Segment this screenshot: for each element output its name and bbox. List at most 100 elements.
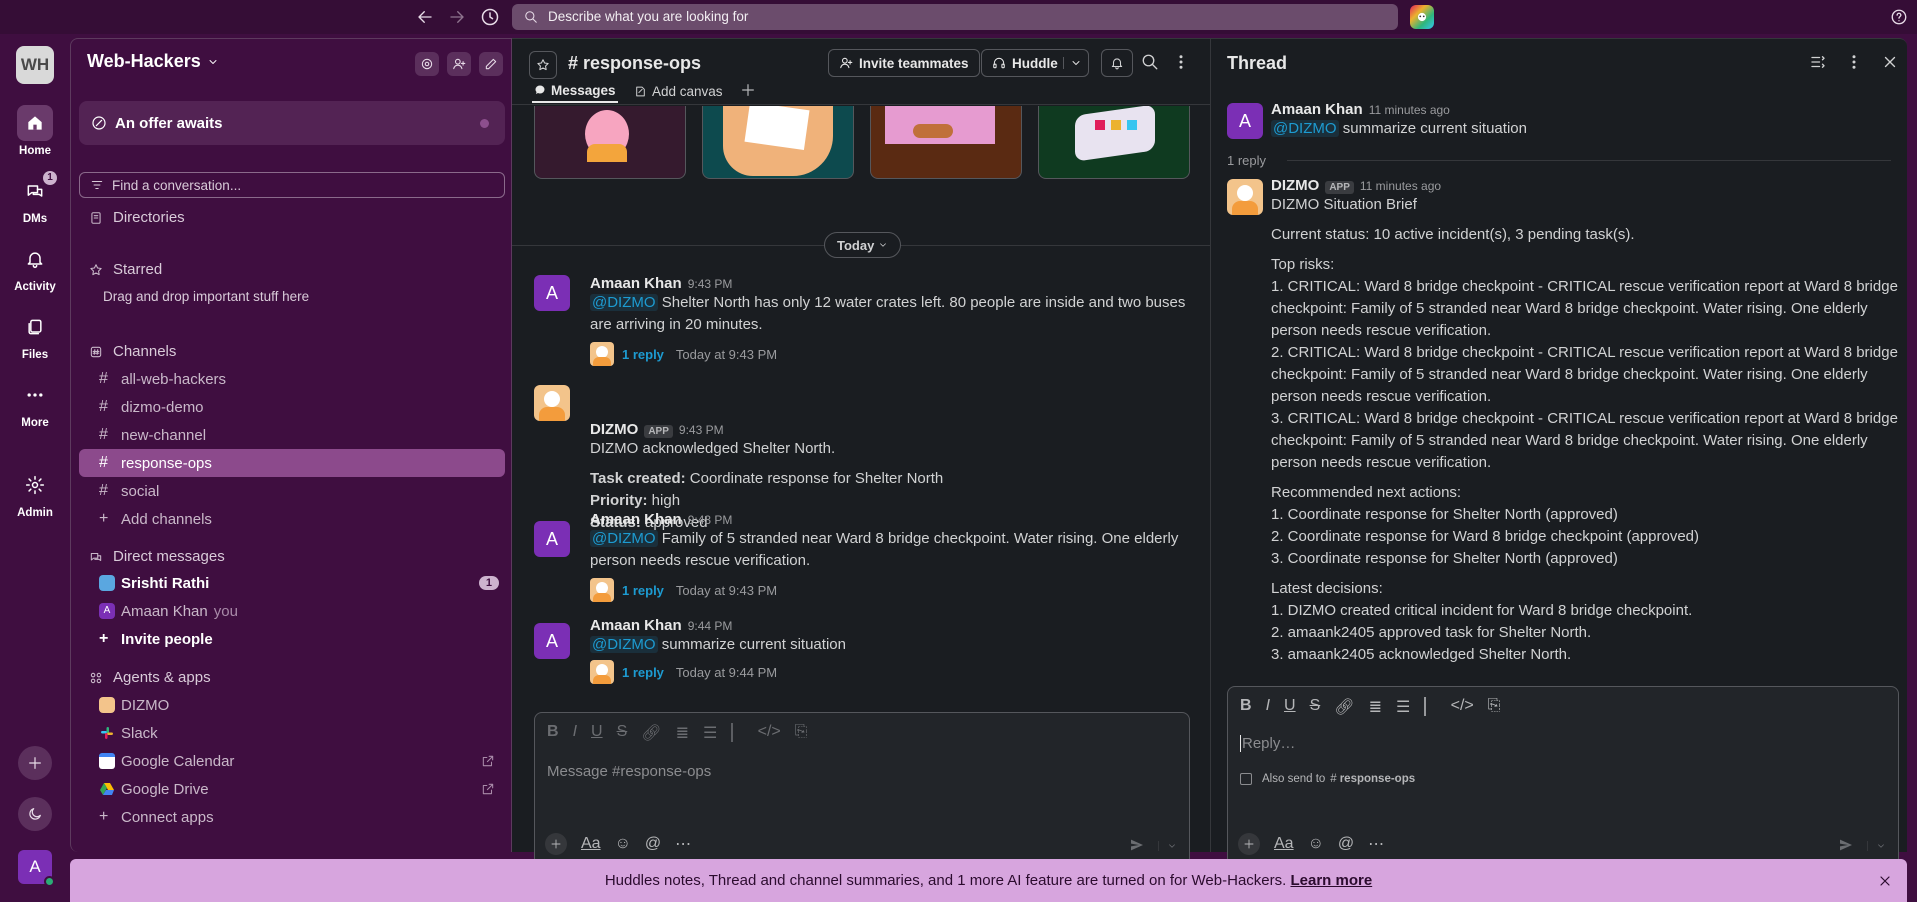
apps-header[interactable]: Agents & apps xyxy=(89,669,211,686)
message-timestamp[interactable]: 11 minutes ago xyxy=(1369,103,1450,117)
code-icon[interactable]: </> xyxy=(758,723,781,743)
channels-header[interactable]: Channels xyxy=(89,343,176,360)
code-block-icon[interactable]: ⎘ xyxy=(795,723,808,743)
external-link-icon[interactable] xyxy=(481,782,495,796)
chevron-down-icon[interactable] xyxy=(1062,57,1082,69)
strikethrough-icon[interactable]: S xyxy=(617,723,628,743)
italic-icon[interactable]: I xyxy=(573,723,577,743)
add-user-icon[interactable] xyxy=(447,52,471,76)
channel-item-all-web-hackers[interactable]: # all-web-hackers xyxy=(79,365,505,393)
also-send-checkbox[interactable] xyxy=(1240,773,1252,785)
invite-people-button[interactable]: + Invite people xyxy=(79,625,505,653)
bold-icon[interactable]: B xyxy=(1240,697,1252,717)
message-author[interactable]: DIZMO xyxy=(1271,177,1319,194)
message-composer[interactable]: B I U S 🔗︎ ≣ ☰ ▏ </> ⎘ Message #response… xyxy=(534,712,1190,866)
avatar[interactable]: A xyxy=(534,275,570,311)
tab-add-canvas[interactable]: Add canvas xyxy=(634,79,723,103)
message-timestamp[interactable]: 11 minutes ago xyxy=(1360,179,1441,193)
mention[interactable]: @DIZMO xyxy=(590,636,658,653)
bullet-list-icon[interactable]: ☰ xyxy=(703,723,717,743)
message-timestamp[interactable]: 9:43 PM xyxy=(679,423,724,437)
code-icon[interactable]: </> xyxy=(1451,697,1474,717)
reply-input[interactable]: Reply… xyxy=(1240,735,1295,752)
reply-count[interactable]: 1 reply xyxy=(622,583,664,598)
message-author[interactable]: Amaan Khan xyxy=(1271,101,1363,118)
message-timestamp[interactable]: 9:43 PM xyxy=(688,277,733,291)
blockquote-icon[interactable]: ▏ xyxy=(731,723,743,743)
channel-item-new-channel[interactable]: # new-channel xyxy=(79,421,505,449)
rail-activity[interactable]: Activity xyxy=(0,241,70,293)
channel-title[interactable]: # response-ops xyxy=(568,53,701,74)
compose-icon[interactable] xyxy=(479,52,503,76)
mention[interactable]: @DIZMO xyxy=(590,530,658,547)
channel-item-social[interactable]: # social xyxy=(79,477,505,505)
bold-icon[interactable]: B xyxy=(547,723,559,743)
find-conversation-input[interactable]: Find a conversation... xyxy=(79,172,505,198)
mention-icon[interactable]: @ xyxy=(1338,835,1354,853)
directories-item[interactable]: Directories xyxy=(89,209,185,226)
underline-icon[interactable]: U xyxy=(1284,697,1296,717)
mention[interactable]: @DIZMO xyxy=(1271,120,1339,137)
offer-banner[interactable]: An offer awaits xyxy=(79,101,505,145)
app-item-google-calendar[interactable]: Google Calendar xyxy=(79,747,505,775)
invite-teammates-button[interactable]: Invite teammates xyxy=(828,49,980,77)
link-icon[interactable]: 🔗︎ xyxy=(1334,697,1354,717)
close-icon[interactable] xyxy=(1881,53,1899,71)
italic-icon[interactable]: I xyxy=(1266,697,1270,717)
send-options-chevron-icon[interactable] xyxy=(1158,841,1177,851)
mention[interactable]: @DIZMO xyxy=(590,294,658,311)
more-actions-icon[interactable]: ⋯ xyxy=(675,834,691,854)
more-actions-icon[interactable]: ⋯ xyxy=(1368,834,1384,854)
mention-icon[interactable]: @ xyxy=(645,835,661,853)
thread-replies[interactable]: 1 reply Today at 9:44 PM xyxy=(590,660,1194,684)
code-block-icon[interactable]: ⎘ xyxy=(1488,697,1501,717)
image-card[interactable] xyxy=(702,106,854,179)
theme-toggle-icon[interactable] xyxy=(18,797,52,831)
external-link-icon[interactable] xyxy=(481,754,495,768)
channel-item-dizmo-demo[interactable]: # dizmo-demo xyxy=(79,393,505,421)
message-author[interactable]: Amaan Khan xyxy=(590,617,682,634)
emoji-icon[interactable]: ☺︎ xyxy=(1308,835,1324,853)
rail-admin[interactable]: Admin xyxy=(0,467,70,519)
workspace-name[interactable]: Web-Hackers xyxy=(87,51,219,72)
help-icon[interactable] xyxy=(1890,8,1908,26)
underline-icon[interactable]: U xyxy=(591,723,603,743)
ai-assistant-icon[interactable] xyxy=(1410,5,1434,29)
send-icon[interactable] xyxy=(1838,837,1854,853)
link-icon[interactable]: 🔗︎ xyxy=(641,723,661,743)
add-tab-icon[interactable] xyxy=(740,82,756,98)
huddle-button[interactable]: Huddle xyxy=(981,49,1089,77)
learn-more-link[interactable]: Learn more xyxy=(1290,872,1372,889)
back-arrow-icon[interactable] xyxy=(416,8,434,26)
message-timestamp[interactable]: 9:43 PM xyxy=(688,513,733,527)
create-new-button[interactable] xyxy=(18,746,52,780)
blockquote-icon[interactable]: ▏ xyxy=(1424,697,1436,717)
avatar[interactable]: A xyxy=(1227,103,1263,139)
reply-count[interactable]: 1 reply xyxy=(622,665,664,680)
thread-more-icon[interactable] xyxy=(1845,53,1863,71)
rail-dms[interactable]: 1 DMs xyxy=(0,171,70,225)
message-timestamp[interactable]: 9:44 PM xyxy=(688,619,733,633)
forward-arrow-icon[interactable] xyxy=(448,8,466,26)
attach-plus-icon[interactable] xyxy=(545,833,567,855)
bullet-list-icon[interactable]: ☰ xyxy=(1396,697,1410,717)
reply-count[interactable]: 1 reply xyxy=(622,347,664,362)
text-format-icon[interactable]: Aa xyxy=(581,835,601,853)
dm-item-amaan-khan[interactable]: A Amaan Khan you xyxy=(79,597,505,625)
avatar[interactable]: A xyxy=(534,623,570,659)
workspace-switcher[interactable]: WH xyxy=(16,46,54,84)
message-author[interactable]: Amaan Khan xyxy=(590,511,682,528)
ordered-list-icon[interactable]: ≣ xyxy=(676,723,689,743)
image-card[interactable] xyxy=(1038,106,1190,179)
add-channels-button[interactable]: + Add channels xyxy=(79,505,505,533)
connect-apps-button[interactable]: + Connect apps xyxy=(79,803,505,831)
tab-messages[interactable]: Messages xyxy=(532,79,618,103)
dizmo-avatar[interactable] xyxy=(534,385,570,421)
message-author[interactable]: Amaan Khan xyxy=(590,275,682,292)
emoji-icon[interactable]: ☺︎ xyxy=(615,835,631,853)
rail-more[interactable]: More xyxy=(0,377,70,429)
rail-files[interactable]: Files xyxy=(0,309,70,361)
reply-composer[interactable]: B I U S 🔗︎ ≣ ☰ ▏ </> ⎘ Reply… Also send … xyxy=(1227,686,1899,866)
image-card[interactable] xyxy=(870,106,1022,179)
user-avatar[interactable]: A xyxy=(18,850,55,887)
